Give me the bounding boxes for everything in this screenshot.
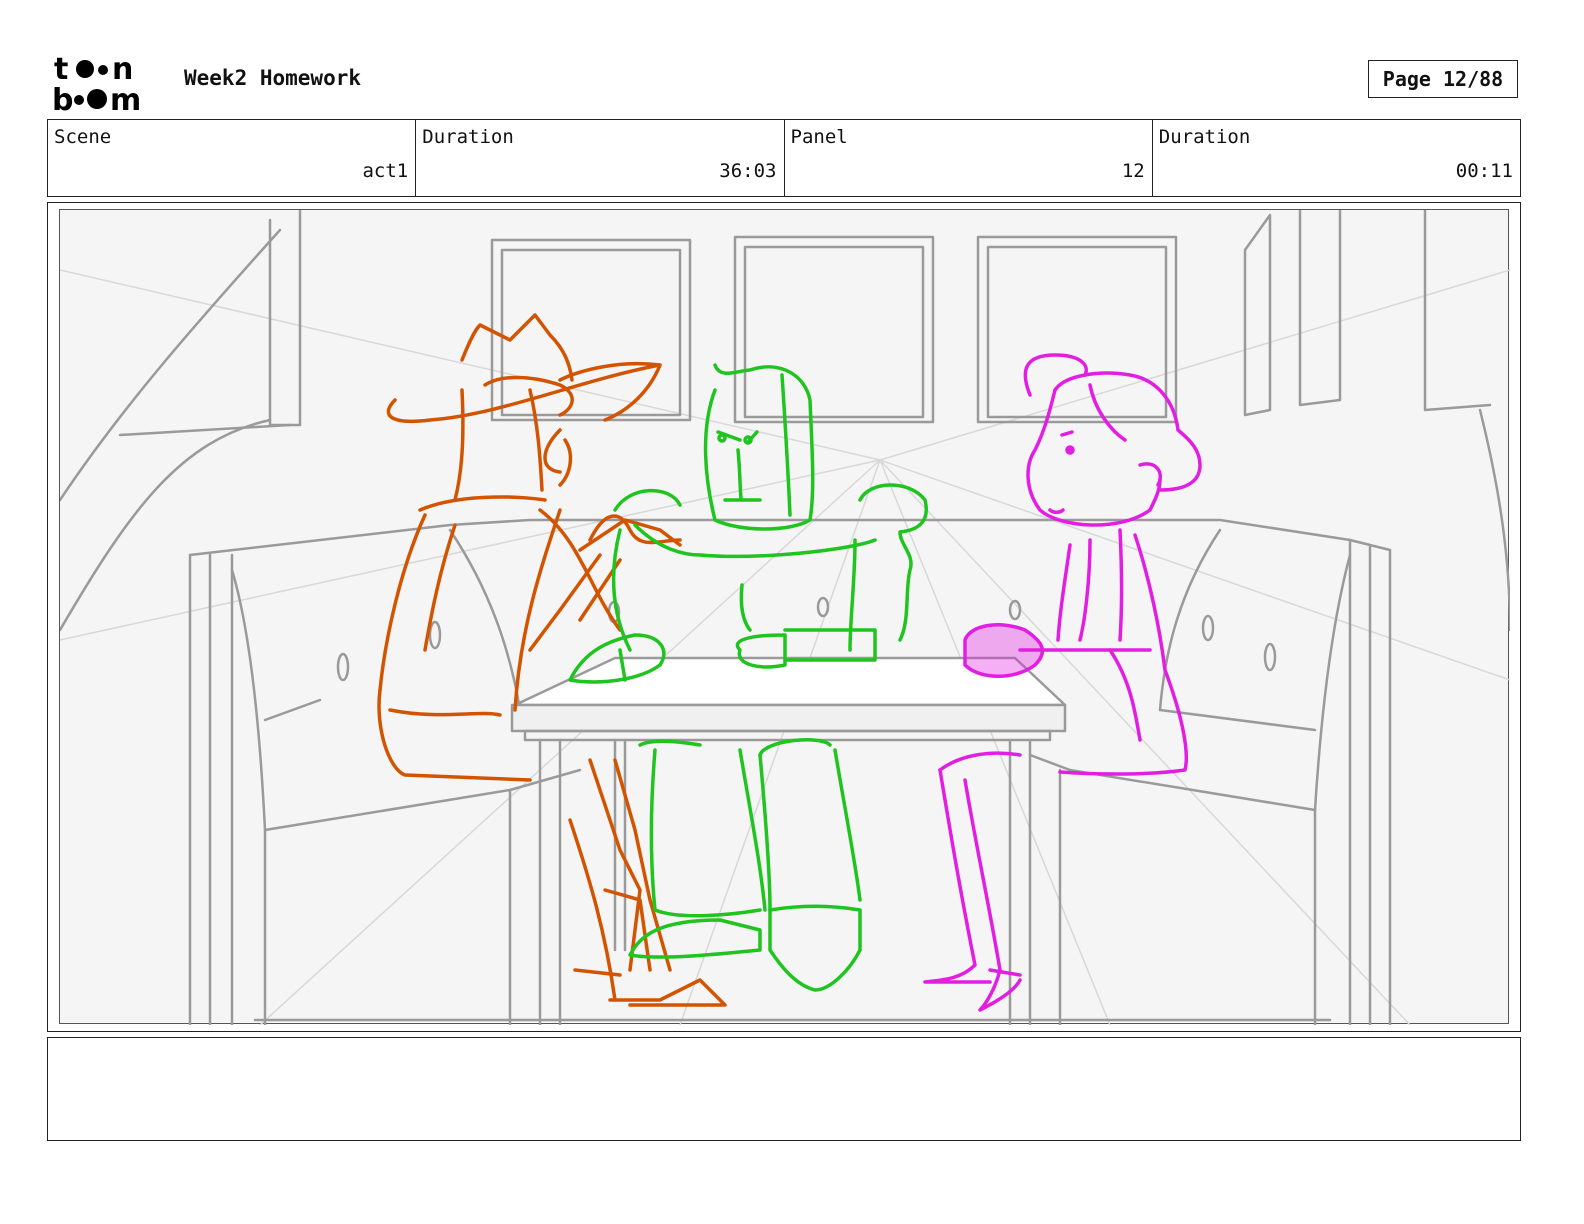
scene-info-row: Scene act1 Duration 36:03 Panel 12 Durat… — [47, 119, 1521, 197]
scene-duration-field: Duration 36:03 — [416, 120, 785, 196]
scene-value: act1 — [362, 160, 409, 182]
panel-duration-label: Duration — [1158, 126, 1251, 148]
svg-text:n: n — [112, 52, 133, 87]
background-sketch — [58, 208, 1512, 1027]
panel-duration-field: Duration 00:11 — [1153, 120, 1520, 196]
scene-duration-value: 36:03 — [719, 160, 777, 182]
svg-text:m: m — [110, 83, 141, 114]
scene-duration-label: Duration — [422, 126, 514, 148]
panel-value: 12 — [1121, 160, 1145, 182]
svg-text:b: b — [52, 83, 73, 114]
panel-duration-value: 00:11 — [1455, 160, 1513, 182]
scene-field: Scene act1 — [48, 120, 417, 196]
panel-label: Panel — [790, 126, 848, 148]
toon-boom-logo: t n b m — [52, 52, 141, 114]
svg-text:t: t — [54, 52, 68, 87]
scene-label: Scene — [54, 126, 112, 148]
page-indicator: Page 12/88 — [1368, 60, 1518, 98]
panel-field: Panel 12 — [785, 120, 1153, 196]
document-title: Week2 Homework — [184, 66, 362, 90]
panel-notes-box[interactable] — [47, 1037, 1521, 1141]
panel-sketch — [58, 208, 1512, 1027]
storyboard-panel-image — [58, 208, 1512, 1027]
